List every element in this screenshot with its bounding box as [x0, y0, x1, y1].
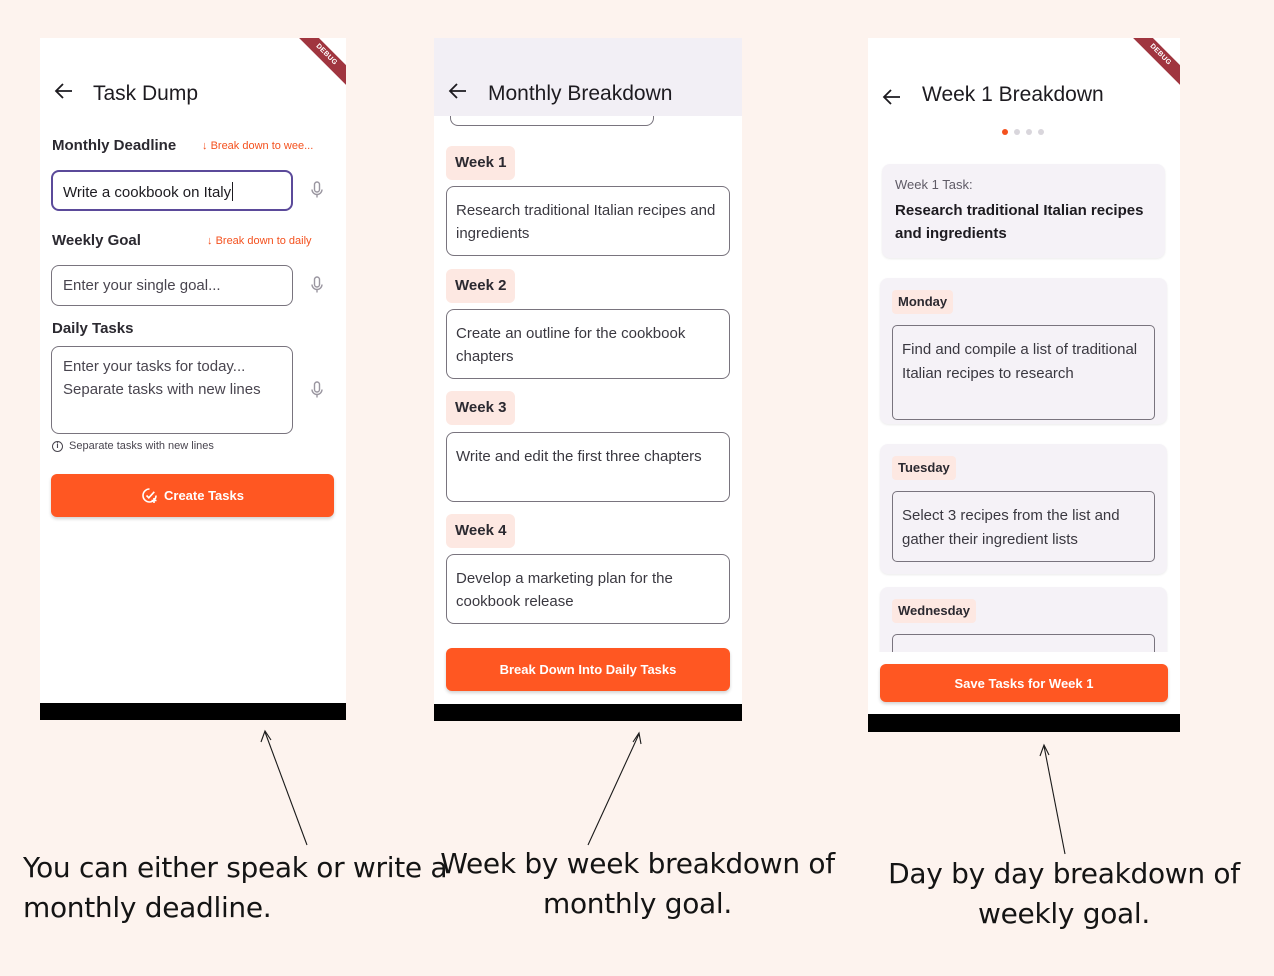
annotation-arrows — [260, 729, 1066, 855]
arrow-line — [1043, 745, 1066, 855]
caption-left: You can either speak or write a monthly … — [23, 851, 448, 924]
arrow-line — [587, 733, 640, 846]
caption-middle: Week by week breakdown of monthly goal. — [440, 847, 835, 920]
arrow-line — [264, 731, 308, 846]
arrow-head — [260, 729, 272, 743]
caption-right: Day by day breakdown of weekly goal. — [888, 857, 1240, 930]
